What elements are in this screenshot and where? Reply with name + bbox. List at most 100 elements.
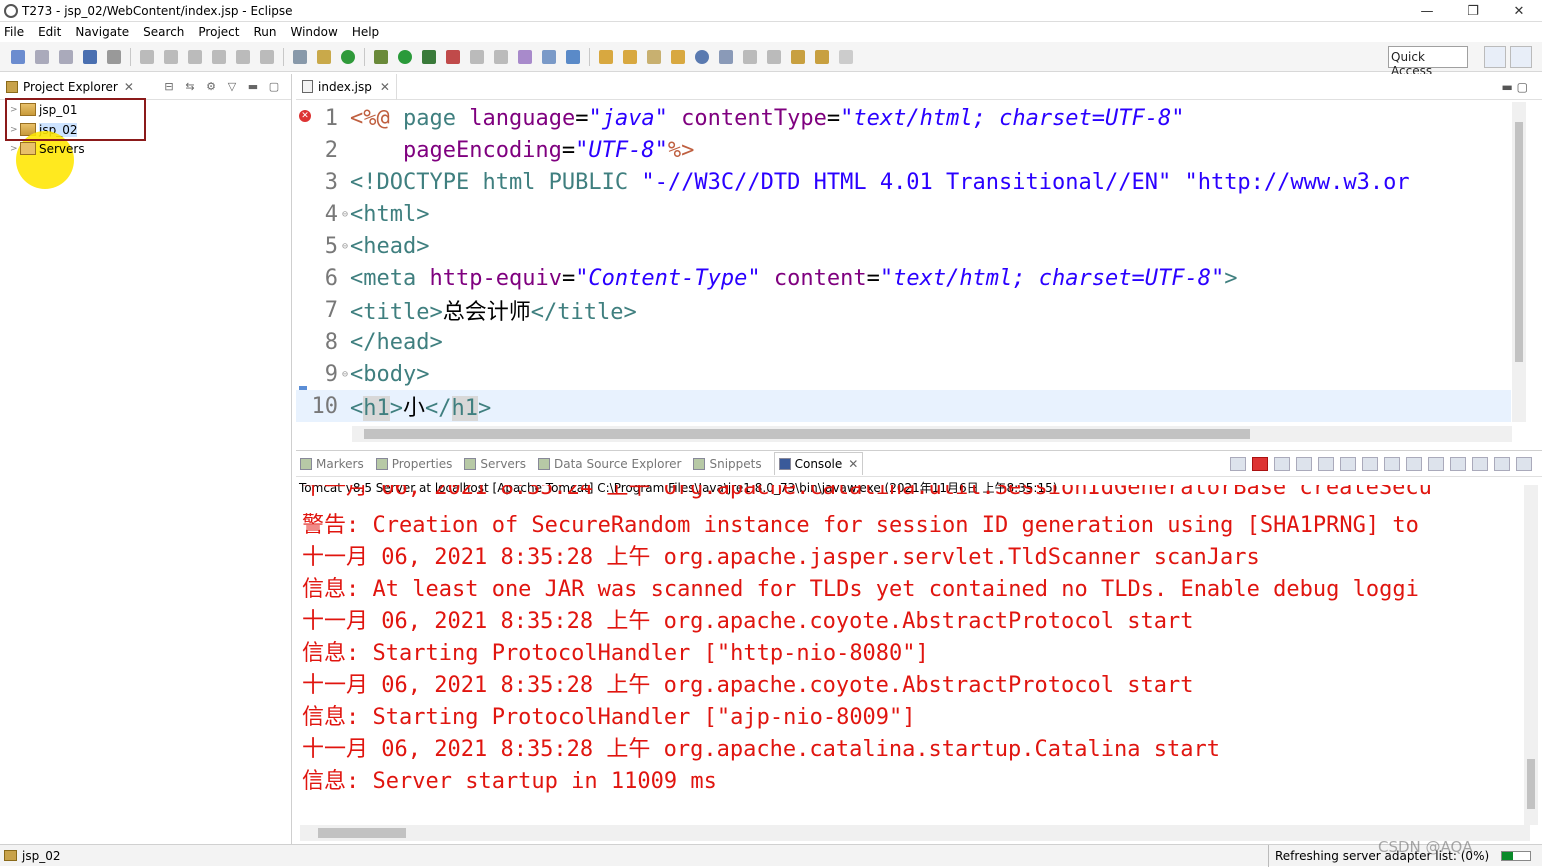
close-button[interactable]: ✕ <box>1496 0 1542 22</box>
save-all-icon[interactable] <box>59 50 73 64</box>
back-icon[interactable] <box>815 50 829 64</box>
debug-icon[interactable] <box>374 50 388 64</box>
expand-arrow-icon[interactable]: > <box>10 144 20 154</box>
minimize-view-icon[interactable]: ▬ <box>246 80 260 94</box>
view-menu-icon[interactable]: ▽ <box>225 80 239 94</box>
menu-navigate[interactable]: Navigate <box>75 25 129 39</box>
tree-item-servers[interactable]: > Servers <box>10 139 85 158</box>
link-editor-icon[interactable]: ⇆ <box>183 80 197 94</box>
open-type-icon[interactable] <box>566 50 580 64</box>
filter-icon[interactable]: ⚙ <box>204 80 218 94</box>
search-toolbar-icon[interactable] <box>719 50 733 64</box>
tab-project-explorer[interactable]: Project Explorer ✕ <box>0 74 140 100</box>
word-wrap-icon[interactable] <box>1362 457 1378 471</box>
clear-console-icon[interactable] <box>1318 457 1334 471</box>
run-icon[interactable] <box>398 50 412 64</box>
menu-edit[interactable]: Edit <box>38 25 61 39</box>
scrollbar-thumb[interactable] <box>364 429 1250 439</box>
fold-marker[interactable]: ⊖ <box>342 209 350 220</box>
tab-index-jsp[interactable]: index.jsp ✕ <box>296 74 397 100</box>
open-console-icon[interactable] <box>1472 457 1488 471</box>
editor-vertical-scrollbar[interactable] <box>1512 102 1526 422</box>
terminate-icon[interactable] <box>188 50 202 64</box>
line-number: 6 <box>296 266 342 291</box>
maximize-view-icon[interactable] <box>1516 457 1532 471</box>
show-on-error-icon[interactable] <box>1406 457 1422 471</box>
console-vertical-scrollbar[interactable] <box>1524 485 1538 825</box>
fold-marker[interactable]: ⊖ <box>342 241 350 252</box>
resume-icon[interactable] <box>140 50 154 64</box>
minimize-editor-icon[interactable]: ▬ <box>1502 80 1517 94</box>
scrollbar-thumb[interactable] <box>1527 759 1535 809</box>
globe-icon[interactable] <box>695 50 709 64</box>
print-icon[interactable] <box>83 50 97 64</box>
next-annotation-icon[interactable] <box>743 50 757 64</box>
open-console-icon[interactable] <box>293 50 307 64</box>
menu-help[interactable]: Help <box>352 25 379 39</box>
close-tab-icon[interactable]: ✕ <box>124 80 134 94</box>
maximize-view-icon[interactable]: ▢ <box>267 80 281 94</box>
start-server-icon[interactable] <box>341 50 355 64</box>
javaee-perspective-icon[interactable] <box>1510 46 1532 68</box>
tab-servers[interactable]: Servers <box>464 457 526 471</box>
step-into-icon[interactable] <box>236 50 250 64</box>
minimize-button[interactable]: — <box>1404 0 1450 22</box>
run-external-icon[interactable] <box>422 50 436 64</box>
new-server-icon[interactable] <box>470 50 484 64</box>
terminate-icon[interactable] <box>1252 457 1268 471</box>
new-web-icon[interactable] <box>542 50 556 64</box>
maximize-button[interactable]: ❐ <box>1450 0 1496 22</box>
editor-horizontal-scrollbar[interactable] <box>352 426 1512 442</box>
skip-breakpoints-icon[interactable] <box>107 50 121 64</box>
remove-launch-icon[interactable] <box>1274 457 1290 471</box>
new-class-icon[interactable] <box>518 50 532 64</box>
open-perspective-icon[interactable] <box>1484 46 1506 68</box>
display-console-icon[interactable] <box>1450 457 1466 471</box>
scrollbar-thumb[interactable] <box>1515 122 1523 362</box>
server-icon[interactable] <box>317 50 331 64</box>
menu-project[interactable]: Project <box>198 25 239 39</box>
pen-icon[interactable] <box>647 50 661 64</box>
scroll-lock-icon[interactable] <box>1340 457 1356 471</box>
open-project-icon[interactable] <box>623 50 637 64</box>
last-edit-icon[interactable] <box>791 50 805 64</box>
fold-marker[interactable]: ⊖ <box>342 369 350 380</box>
disconnect-icon[interactable] <box>212 50 226 64</box>
maximize-editor-icon[interactable]: ▢ <box>1517 80 1528 94</box>
reconnect-icon[interactable] <box>1230 457 1246 471</box>
save-icon[interactable] <box>35 50 49 64</box>
status-selection-label: jsp_02 <box>22 849 60 863</box>
code-editor[interactable]: 1 <%@ page language="java" contentType="… <box>296 102 1511 422</box>
menu-run[interactable]: Run <box>253 25 276 39</box>
minimize-view-icon[interactable] <box>1494 457 1510 471</box>
tab-markers[interactable]: Markers <box>300 457 364 471</box>
progress-bar[interactable] <box>1501 851 1531 861</box>
console-output[interactable]: 十一月 06, 2021 8:35:24 上午 org.apache.catal… <box>296 485 1524 825</box>
step-over-icon[interactable] <box>260 50 274 64</box>
prev-annotation-icon[interactable] <box>767 50 781 64</box>
task-icon[interactable] <box>671 50 685 64</box>
collapse-all-icon[interactable]: ⊟ <box>162 80 176 94</box>
pin-console-icon[interactable] <box>1428 457 1444 471</box>
tab-console[interactable]: Console✕ <box>774 452 864 475</box>
tab-data-source-explorer[interactable]: Data Source Explorer <box>538 457 681 471</box>
show-on-output-icon[interactable] <box>1384 457 1400 471</box>
console-horizontal-scrollbar[interactable] <box>300 825 1530 841</box>
menu-search[interactable]: Search <box>143 25 184 39</box>
menu-file[interactable]: File <box>4 25 24 39</box>
menu-window[interactable]: Window <box>290 25 337 39</box>
new-package-icon[interactable] <box>494 50 508 64</box>
suspend-icon[interactable] <box>164 50 178 64</box>
coverage-icon[interactable] <box>446 50 460 64</box>
scrollbar-thumb[interactable] <box>318 828 406 838</box>
remove-all-icon[interactable] <box>1296 457 1312 471</box>
close-tab-icon[interactable]: ✕ <box>848 457 858 471</box>
open-folder-icon[interactable] <box>599 50 613 64</box>
tab-snippets[interactable]: Snippets <box>693 457 761 471</box>
new-icon[interactable] <box>11 50 25 64</box>
tab-properties[interactable]: Properties <box>376 457 453 471</box>
close-tab-icon[interactable]: ✕ <box>380 80 390 94</box>
quick-access-input[interactable]: Quick Access <box>1388 46 1468 68</box>
line-number: 10 <box>296 394 342 419</box>
forward-icon[interactable] <box>839 50 853 64</box>
